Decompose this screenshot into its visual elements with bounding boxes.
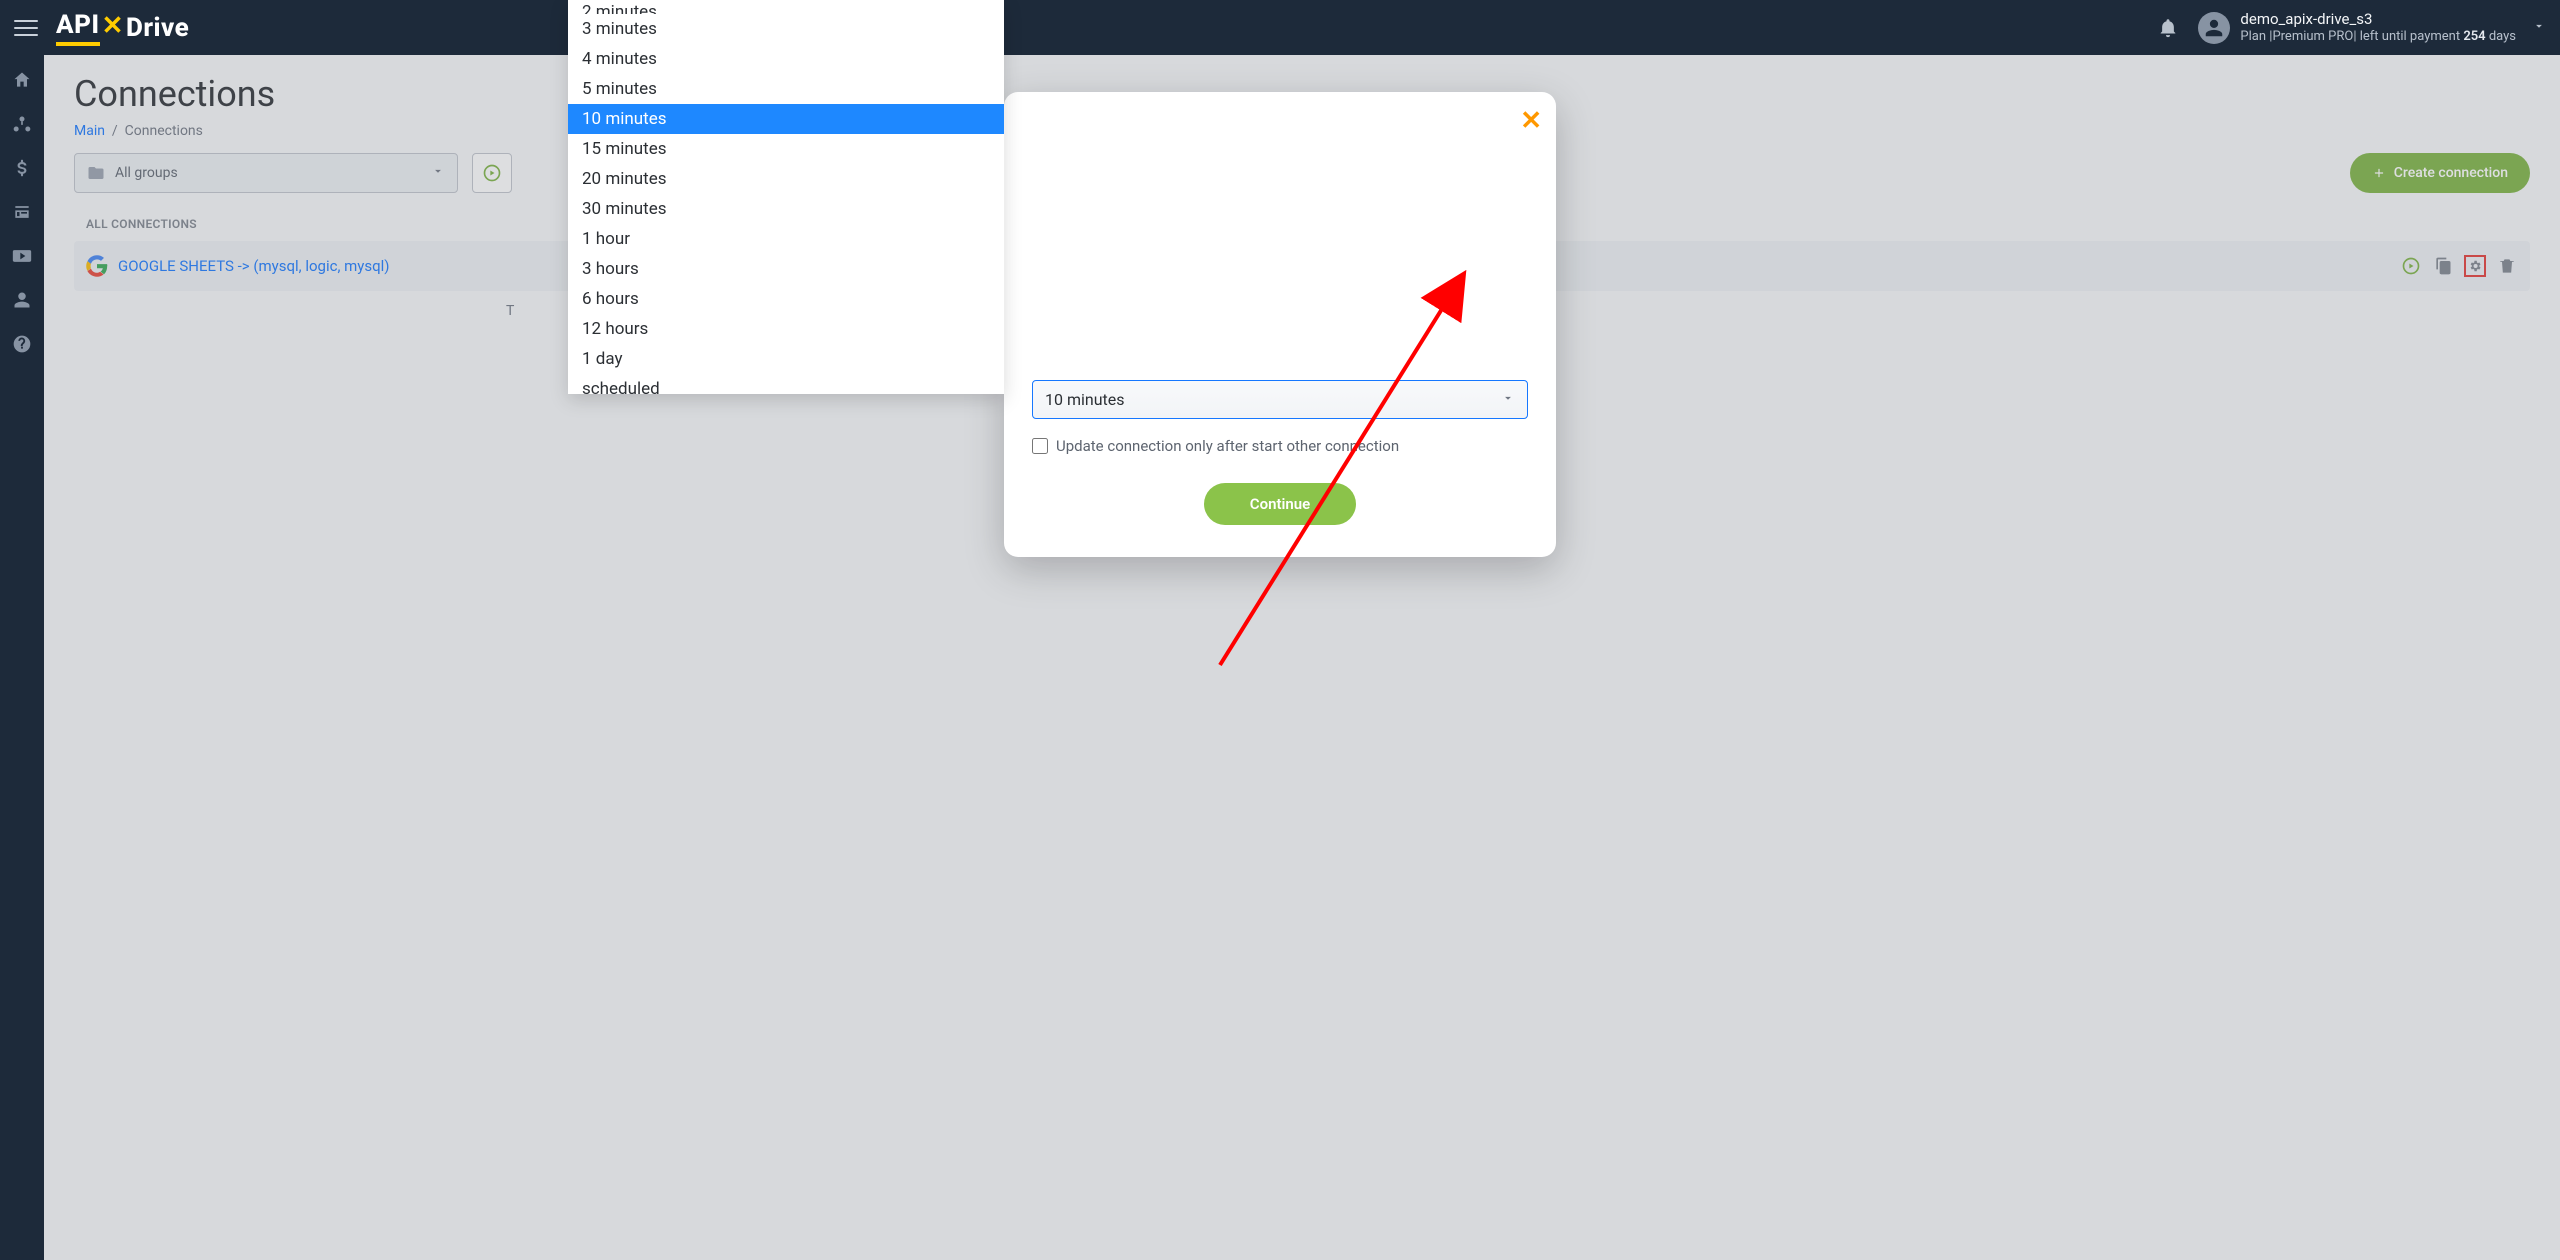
interval-option[interactable]: 20 minutes — [568, 164, 1004, 194]
sidebar-help-icon[interactable] — [0, 323, 44, 365]
interval-option[interactable]: 5 minutes — [568, 74, 1004, 104]
account-lines: demo_apix-drive_s3 Plan |Premium PRO| le… — [2240, 10, 2516, 45]
interval-option[interactable]: scheduled — [568, 374, 1004, 394]
sidebar — [0, 55, 44, 1260]
interval-option[interactable]: 10 minutes — [568, 104, 1004, 134]
interval-option[interactable]: 4 minutes — [568, 44, 1004, 74]
modal-close-icon[interactable]: ✕ — [1520, 106, 1542, 136]
update-after-other-checkbox-row[interactable]: Update connection only after start other… — [1032, 437, 1528, 455]
interval-modal: ✕ 10 minutes Update connection only afte… — [1004, 92, 1556, 557]
account-plan: Plan |Premium PRO| left until payment 25… — [2240, 29, 2516, 45]
interval-option[interactable]: 3 minutes — [568, 14, 1004, 44]
menu-toggle-icon[interactable] — [14, 16, 38, 40]
account-name: demo_apix-drive_s3 — [2240, 10, 2516, 29]
interval-option[interactable]: 3 hours — [568, 254, 1004, 284]
interval-option[interactable]: 1 hour — [568, 224, 1004, 254]
interval-select-value: 10 minutes — [1045, 390, 1125, 409]
sidebar-video-icon[interactable] — [0, 235, 44, 277]
interval-option[interactable]: 12 hours — [568, 314, 1004, 344]
sidebar-connections-icon[interactable] — [0, 103, 44, 145]
chevron-down-icon — [1501, 390, 1515, 409]
logo[interactable]: API✕Drive — [56, 10, 189, 46]
sidebar-tools-icon[interactable] — [0, 191, 44, 233]
sidebar-profile-icon[interactable] — [0, 279, 44, 321]
avatar-icon — [2198, 12, 2230, 44]
bell-icon[interactable] — [2150, 10, 2186, 46]
interval-select[interactable]: 10 minutes — [1032, 380, 1528, 419]
sidebar-billing-icon[interactable] — [0, 147, 44, 189]
interval-option[interactable]: 30 minutes — [568, 194, 1004, 224]
continue-button[interactable]: Continue — [1204, 483, 1356, 525]
interval-option[interactable]: 6 hours — [568, 284, 1004, 314]
interval-option[interactable]: 1 day — [568, 344, 1004, 374]
account-chevron-icon[interactable] — [2532, 18, 2546, 37]
interval-option[interactable]: 15 minutes — [568, 134, 1004, 164]
interval-dropdown[interactable]: 2 minutes3 minutes4 minutes5 minutes10 m… — [568, 0, 1004, 394]
account-block[interactable]: demo_apix-drive_s3 Plan |Premium PRO| le… — [2198, 10, 2516, 45]
update-after-other-checkbox[interactable] — [1032, 438, 1048, 454]
app-header: API✕Drive demo_apix-drive_s3 Plan |Premi… — [0, 0, 2560, 55]
interval-option[interactable]: 2 minutes — [568, 0, 1004, 14]
update-after-other-label: Update connection only after start other… — [1056, 437, 1399, 455]
sidebar-home-icon[interactable] — [0, 59, 44, 101]
